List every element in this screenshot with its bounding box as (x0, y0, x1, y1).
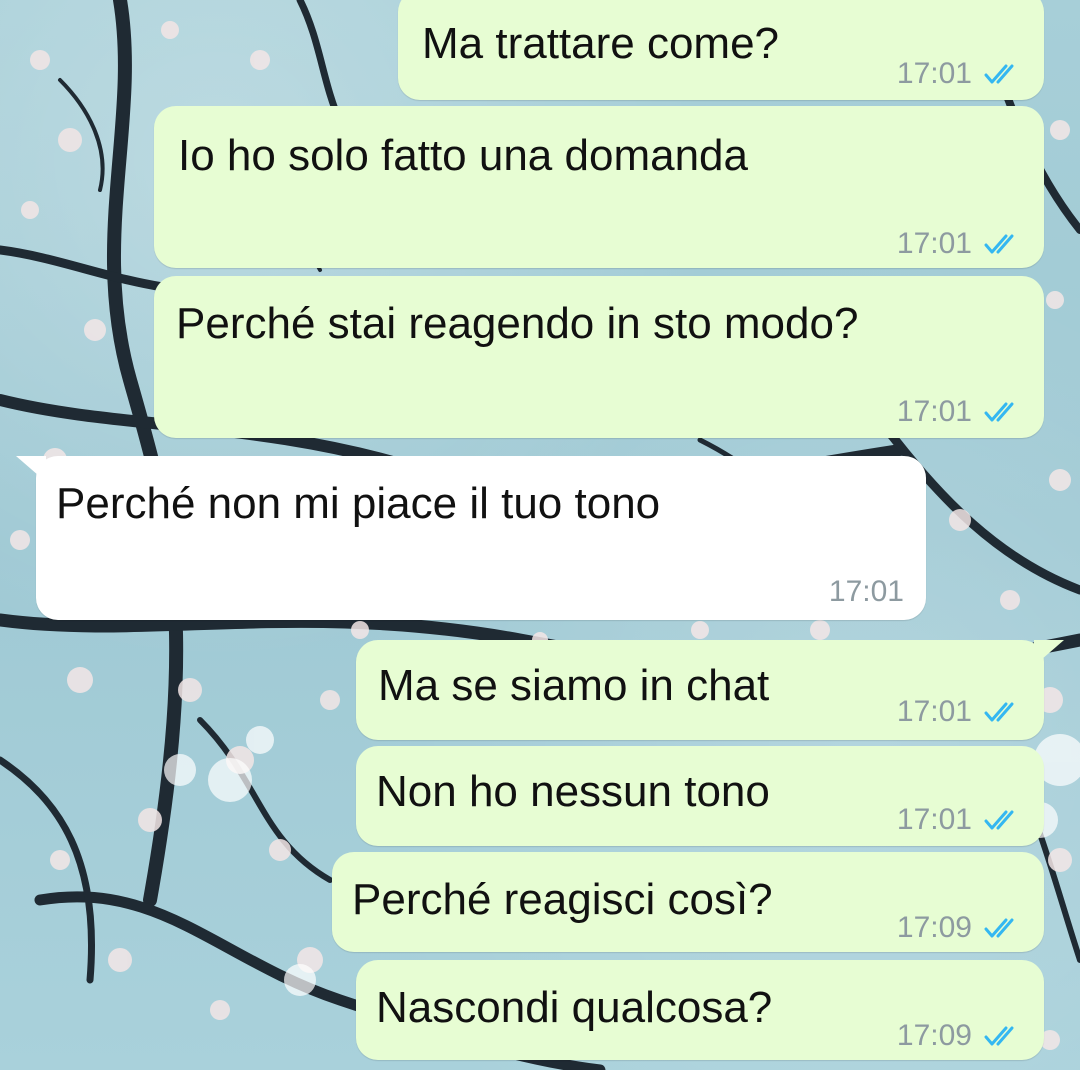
incoming-bubble-tail (16, 456, 46, 482)
incoming-message[interactable]: Perché non mi piace il tuo tono 17:01 (36, 456, 926, 620)
message-meta: 17:09 (897, 902, 1022, 954)
message-meta: 17:01 (829, 566, 904, 618)
outgoing-message[interactable]: Non ho nessun tono 17:01 (356, 746, 1044, 846)
message-time: 17:01 (896, 695, 972, 728)
read-double-tick-icon (984, 918, 1014, 938)
message-text: Perché reagisci così? (352, 875, 773, 924)
outgoing-message[interactable]: Nascondi qualcosa? 17:09 (356, 960, 1044, 1060)
read-double-tick-icon (984, 702, 1014, 722)
outgoing-message[interactable]: Ma trattare come? 17:01 (398, 0, 1044, 100)
message-meta: 17:01 (897, 386, 1022, 438)
message-text: Perché stai reagendo in sto modo? (176, 299, 859, 348)
message-meta: 17:01 (897, 686, 1022, 738)
outgoing-message[interactable]: Perché reagisci così? 17:09 (332, 852, 1044, 952)
read-double-tick-icon (984, 234, 1014, 254)
message-time: 17:01 (896, 395, 972, 428)
read-double-tick-icon (984, 810, 1014, 830)
message-time: 17:01 (896, 227, 972, 260)
message-meta: 17:01 (897, 218, 1022, 270)
outgoing-message[interactable]: Ma se siamo in chat 17:01 (356, 640, 1044, 740)
message-text: Io ho solo fatto una domanda (178, 131, 748, 180)
message-time: 17:01 (828, 575, 904, 608)
outgoing-bubble-tail (1034, 640, 1064, 666)
outgoing-message[interactable]: Perché stai reagendo in sto modo? 17:01 (154, 276, 1044, 438)
message-text: Ma se siamo in chat (378, 661, 770, 710)
conversation-view[interactable]: Ma trattare come? 17:01 Io ho solo fatto… (0, 0, 1080, 1070)
message-time: 17:01 (896, 803, 972, 836)
read-double-tick-icon (984, 64, 1014, 84)
message-text: Ma trattare come? (422, 19, 780, 68)
message-text: Non ho nessun tono (376, 767, 770, 816)
message-time: 17:01 (896, 57, 972, 90)
message-meta: 17:09 (897, 1010, 1022, 1062)
outgoing-message[interactable]: Io ho solo fatto una domanda 17:01 (154, 106, 1044, 268)
message-time: 17:09 (896, 1019, 972, 1052)
read-double-tick-icon (984, 402, 1014, 422)
message-meta: 17:01 (897, 48, 1022, 100)
read-double-tick-icon (984, 1026, 1014, 1046)
message-meta: 17:01 (897, 794, 1022, 846)
message-text: Perché non mi piace il tuo tono (56, 479, 661, 528)
message-time: 17:09 (896, 911, 972, 944)
message-text: Nascondi qualcosa? (376, 983, 773, 1032)
